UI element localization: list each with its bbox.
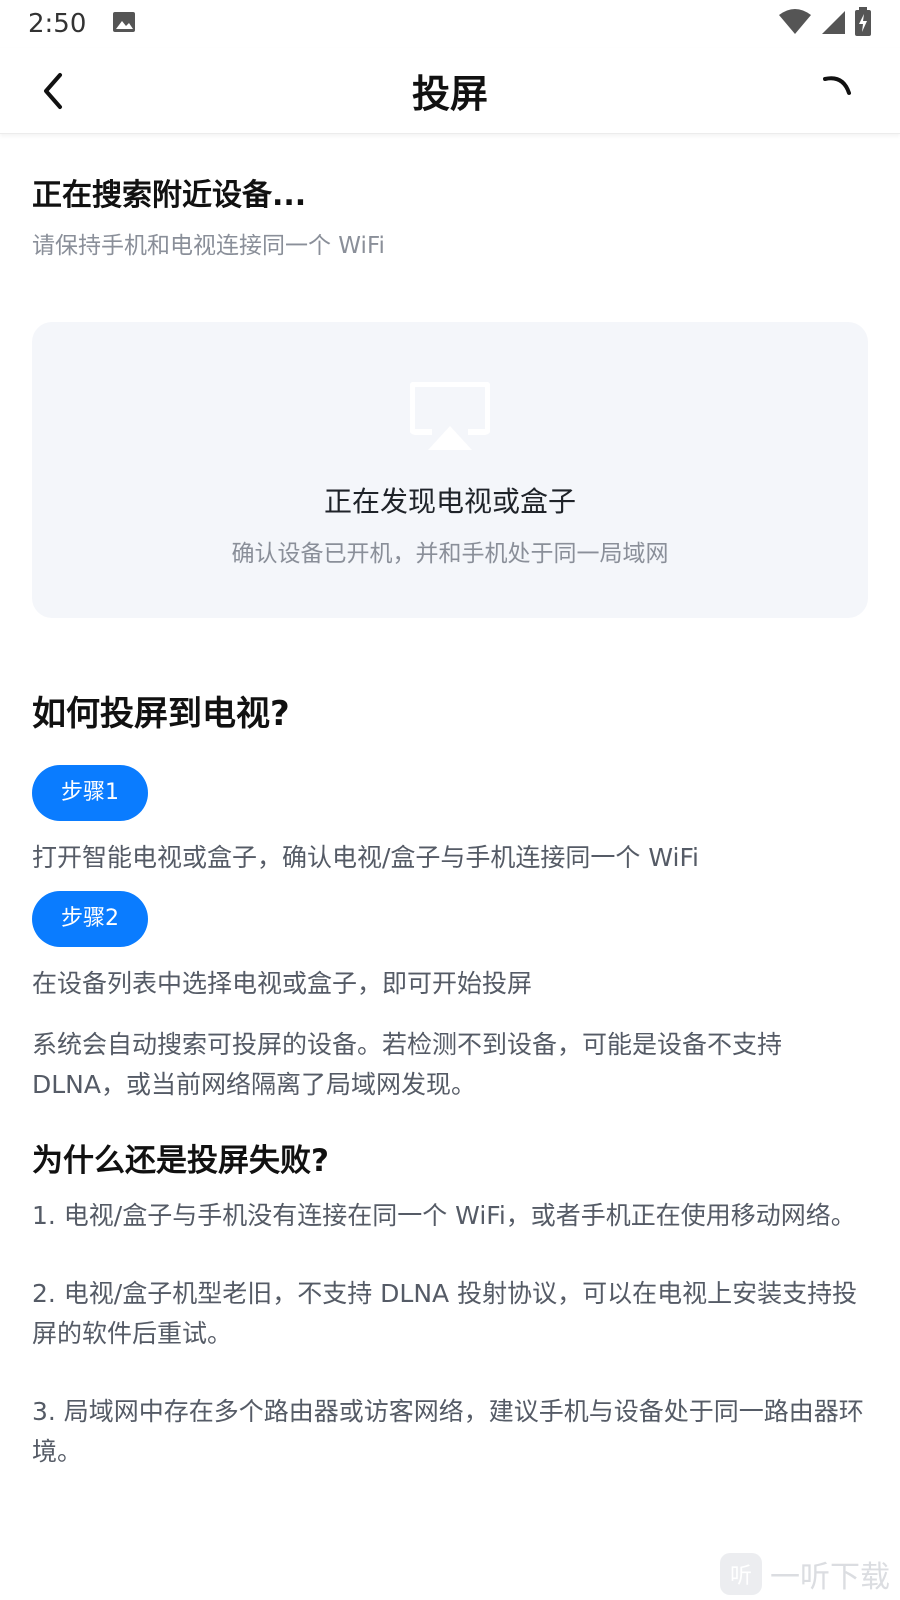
loading-spinner-icon	[814, 68, 860, 114]
step-text-1: 打开智能电视或盒子，确认电视/盒子与手机连接同一个 WiFi	[32, 843, 699, 872]
search-title: 正在搜索附近设备...	[32, 178, 307, 213]
failure-item: 1. 电视/盒子与手机没有连接在同一个 WiFi，或者手机正在使用移动网络。	[32, 1201, 856, 1230]
watermark: 听 一听下载	[720, 1552, 890, 1596]
device-discovery-card: 正在发现电视或盒子 确认设备已开机，并和手机处于同一局域网	[32, 322, 868, 618]
failure-item: 3. 局域网中存在多个路由器或访客网络，建议手机与设备处于同一路由器环境。	[32, 1397, 864, 1466]
status-time: 2:50	[28, 9, 87, 39]
discover-title: 正在发现电视或盒子	[323, 485, 576, 518]
status-indicators	[778, 7, 872, 41]
image-icon	[112, 10, 136, 38]
discover-hint: 确认设备已开机，并和手机处于同一局域网	[231, 541, 669, 567]
app-header: 投屏	[0, 48, 900, 134]
back-button[interactable]	[28, 66, 78, 116]
airplay-cast-icon	[409, 381, 491, 456]
wifi-icon	[778, 9, 812, 39]
step-badge-1: 步骤1	[32, 765, 148, 821]
main-content: 正在搜索附近设备... 请保持手机和电视连接同一个 WiFi 正在发现电视或盒子…	[32, 134, 868, 1510]
status-bar: 2:50	[0, 0, 900, 48]
search-subtitle: 请保持手机和电视连接同一个 WiFi	[32, 233, 385, 259]
failure-title: 为什么还是投屏失败?	[32, 1143, 329, 1179]
dlna-note: 系统会自动搜索可投屏的设备。若检测不到设备，可能是设备不支持 DLNA，或当前网…	[32, 1030, 783, 1099]
signal-icon	[820, 9, 846, 39]
watermark-text: 一听下载	[770, 1560, 890, 1595]
battery-icon	[854, 7, 872, 41]
failure-item: 2. 电视/盒子机型老旧，不支持 DLNA 投射协议，可以在电视上安装支持投屏的…	[32, 1279, 858, 1348]
howto-title: 如何投屏到电视?	[32, 694, 290, 734]
step-badge-2: 步骤2	[32, 891, 148, 947]
watermark-logo: 听	[720, 1553, 762, 1595]
page-title: 投屏	[411, 72, 488, 116]
chevron-left-icon	[44, 73, 62, 109]
step-text-2: 在设备列表中选择电视或盒子，即可开始投屏	[32, 969, 533, 998]
failure-list: 1. 电视/盒子与手机没有连接在同一个 WiFi，或者手机正在使用移动网络。 2…	[32, 1196, 868, 1472]
